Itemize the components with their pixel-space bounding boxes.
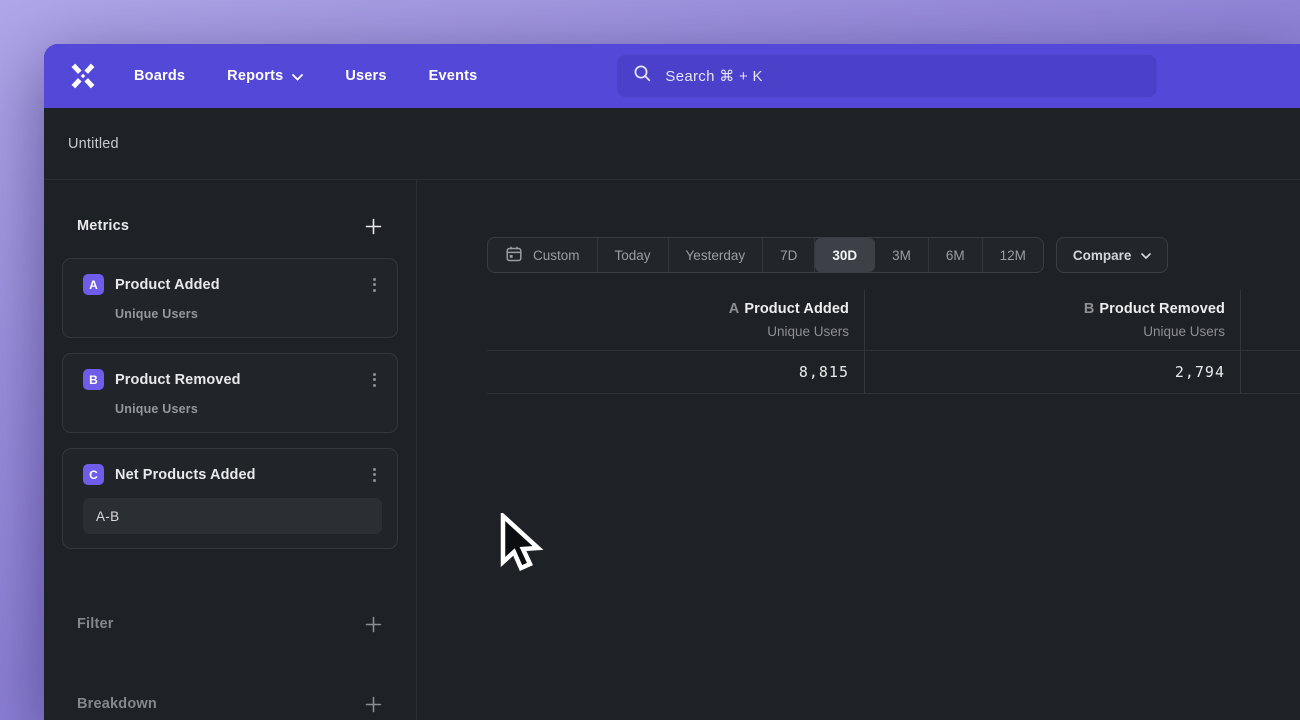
nav-item-label: Boards [134, 68, 185, 84]
nav-item-label: Users [345, 68, 386, 84]
filter-section-header: Filter [62, 614, 398, 634]
query-sidebar: Metrics A Product Added Unique Users B P… [44, 180, 417, 720]
range-label: 30D [832, 248, 857, 263]
range-label: 12M [1000, 248, 1026, 263]
metric-badge-c: C [83, 464, 104, 485]
column-measure: Unique Users [487, 324, 849, 339]
metric-measure[interactable]: Unique Users [115, 307, 382, 321]
metric-measure[interactable]: Unique Users [115, 402, 382, 416]
metric-card-a[interactable]: A Product Added Unique Users [62, 258, 398, 338]
range-30d-button[interactable]: 30D [815, 238, 875, 272]
kebab-menu-icon[interactable] [366, 276, 382, 294]
range-12m-button[interactable]: 12M [983, 238, 1043, 272]
breakdown-section-title: Breakdown [77, 696, 157, 712]
nav-item-boards[interactable]: Boards [134, 68, 185, 84]
range-yesterday-button[interactable]: Yesterday [669, 238, 764, 272]
chevron-down-icon [1141, 248, 1151, 263]
metric-badge-a: A [83, 274, 104, 295]
add-filter-button[interactable] [363, 614, 383, 634]
range-label: Today [615, 248, 651, 263]
column-name: Product Added [744, 301, 849, 317]
table-cell-product-added[interactable]: 8,815 [487, 351, 864, 393]
range-today-button[interactable]: Today [598, 238, 669, 272]
column-measure: Unique Users [865, 324, 1225, 339]
table-header-product-added[interactable]: AProduct Added Unique Users [487, 290, 864, 350]
table-cell-product-removed[interactable]: 2,794 [864, 351, 1240, 393]
value-product-removed: 2,794 [1175, 363, 1225, 381]
compare-button[interactable]: Compare [1056, 237, 1169, 273]
nav-item-users[interactable]: Users [345, 68, 386, 84]
metric-title: Product Removed [115, 372, 366, 388]
column-name: Product Removed [1099, 301, 1225, 317]
breakdown-section-header: Breakdown [62, 694, 398, 714]
table-header-partial-column [1240, 290, 1300, 350]
search-input[interactable]: Search ⌘ + K [617, 55, 1157, 97]
date-range-toolbar: Custom Today Yesterday 7D 30D 3M 6M 12M … [487, 237, 1168, 273]
report-title-bar: Untitled [44, 108, 1300, 180]
table-cell-partial-column [1240, 351, 1300, 393]
metrics-section-header: Metrics [62, 216, 398, 236]
metric-badge-b: B [83, 369, 104, 390]
add-metric-button[interactable] [363, 216, 383, 236]
formula-input[interactable]: A-B [83, 498, 382, 534]
kebab-menu-icon[interactable] [366, 466, 382, 484]
range-label: Custom [533, 248, 580, 263]
report-title[interactable]: Untitled [68, 136, 119, 152]
metric-card-c[interactable]: C Net Products Added A-B [62, 448, 398, 549]
nav-links: Boards Reports Users Events [134, 67, 477, 85]
filter-section-title: Filter [77, 616, 114, 632]
metric-title: Product Added [115, 277, 366, 293]
metrics-table: AProduct Added Unique Users BProduct Rem… [487, 290, 1300, 394]
range-label: 3M [892, 248, 911, 263]
metric-title: Net Products Added [115, 467, 366, 483]
column-letter: A [729, 301, 740, 317]
range-label: Yesterday [686, 248, 746, 263]
table-header-row: AProduct Added Unique Users BProduct Rem… [487, 290, 1300, 351]
chevron-down-icon [292, 69, 303, 85]
range-7d-button[interactable]: 7D [763, 238, 815, 272]
range-3m-button[interactable]: 3M [875, 238, 929, 272]
range-label: 6M [946, 248, 965, 263]
report-main-area: Custom Today Yesterday 7D 30D 3M 6M 12M … [417, 180, 1300, 720]
column-letter: B [1084, 301, 1095, 317]
table-value-row: 8,815 2,794 [487, 351, 1300, 394]
kebab-menu-icon[interactable] [366, 371, 382, 389]
app-window: Boards Reports Users Events Search ⌘ + K [44, 44, 1300, 720]
nav-item-reports[interactable]: Reports [227, 67, 303, 85]
calendar-icon [505, 245, 523, 266]
metric-card-b[interactable]: B Product Removed Unique Users [62, 353, 398, 433]
compare-label: Compare [1073, 248, 1132, 263]
table-header-product-removed[interactable]: BProduct Removed Unique Users [864, 290, 1240, 350]
date-range-segmented-control: Custom Today Yesterday 7D 30D 3M 6M 12M [487, 237, 1044, 273]
nav-item-events[interactable]: Events [429, 68, 478, 84]
value-product-added: 8,815 [799, 363, 849, 381]
range-6m-button[interactable]: 6M [929, 238, 983, 272]
nav-item-label: Reports [227, 68, 283, 84]
mixpanel-logo-icon[interactable] [66, 59, 100, 93]
add-breakdown-button[interactable] [363, 694, 383, 714]
range-label: 7D [780, 248, 797, 263]
search-icon [633, 64, 652, 88]
nav-item-label: Events [429, 68, 478, 84]
top-navbar: Boards Reports Users Events Search ⌘ + K [44, 44, 1300, 108]
search-placeholder: Search ⌘ + K [665, 67, 762, 85]
metrics-section-title: Metrics [77, 218, 129, 234]
range-custom-button[interactable]: Custom [488, 238, 598, 272]
